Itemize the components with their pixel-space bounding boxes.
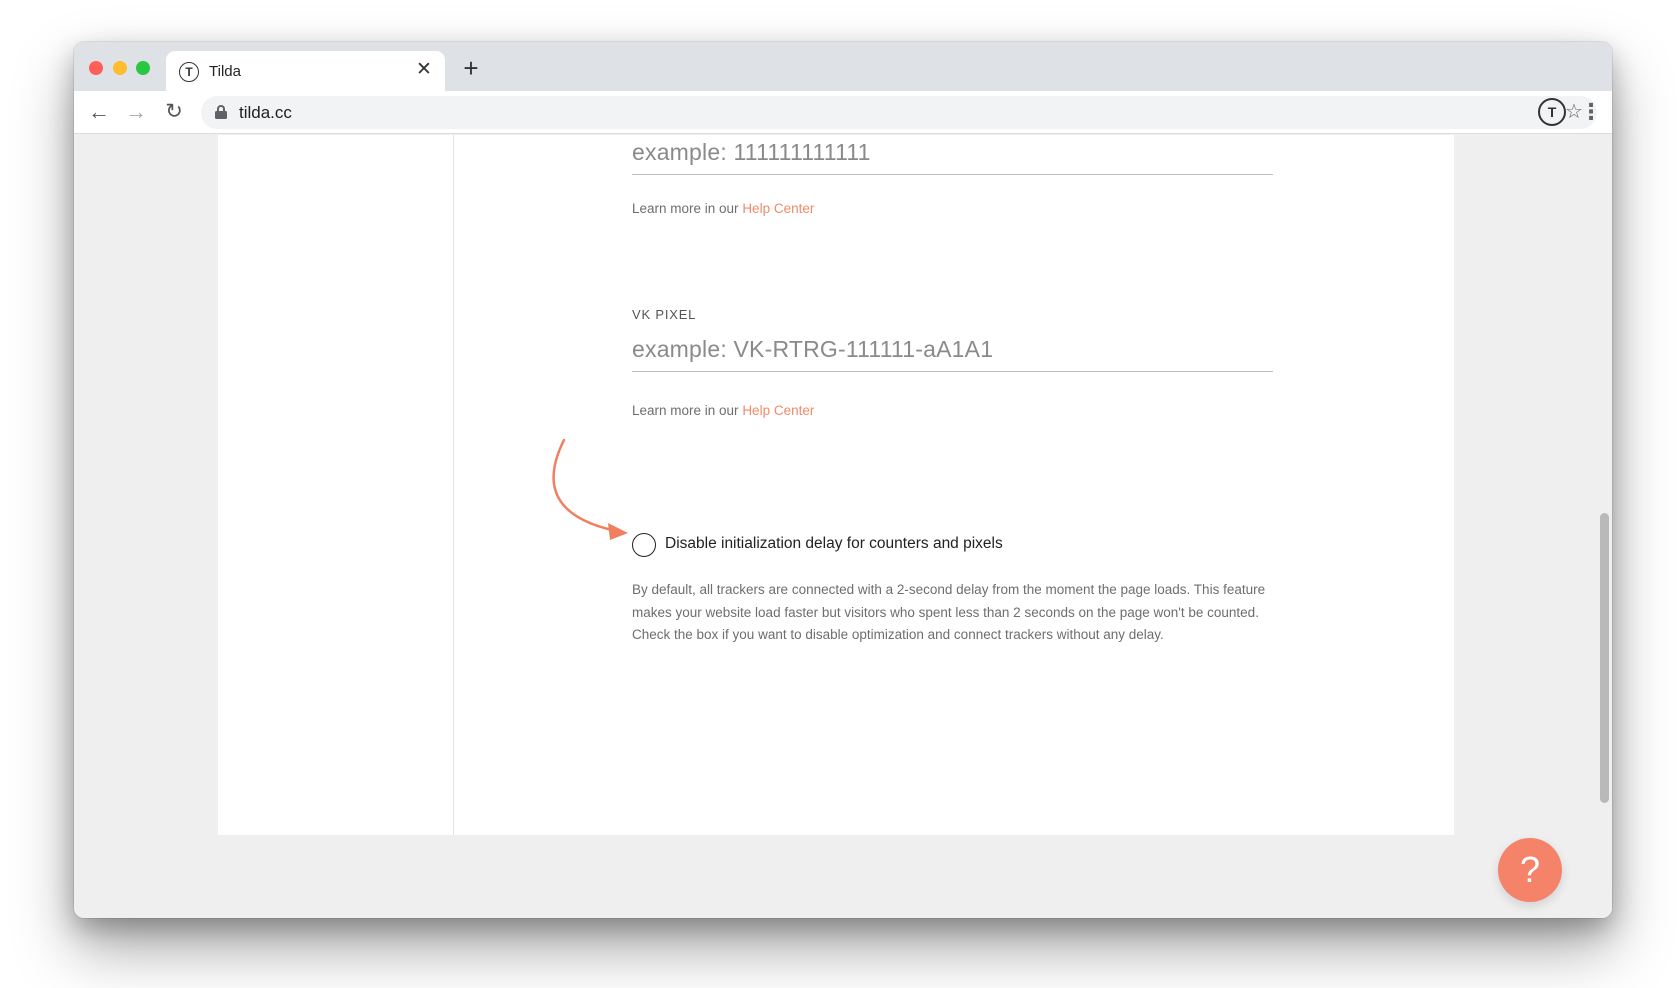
new-tab-button[interactable]: + xyxy=(458,55,484,82)
profile-avatar-icon[interactable]: T xyxy=(1538,98,1566,126)
help-question-button[interactable]: ? xyxy=(1498,838,1562,902)
curved-arrow-annotation xyxy=(552,438,628,540)
tab-strip: T Tilda ✕ + xyxy=(74,42,1612,91)
browser-tab[interactable]: T Tilda ✕ xyxy=(166,51,445,91)
scrollbar-thumb[interactable] xyxy=(1600,513,1609,803)
lock-icon[interactable] xyxy=(215,105,227,119)
disable-delay-checkbox[interactable] xyxy=(632,533,656,557)
page-scrollbar[interactable] xyxy=(1597,135,1612,918)
tilda-favicon-icon: T xyxy=(179,62,199,82)
window-maximize-button[interactable] xyxy=(136,61,150,75)
settings-card: example: 111111111111 Learn more in our … xyxy=(218,135,1454,835)
reload-icon[interactable]: ↻ xyxy=(162,100,186,124)
counter-helper-text: Learn more in our Help Center xyxy=(632,201,814,216)
vk-pixel-label: VK PIXEL xyxy=(632,307,697,322)
help-center-link[interactable]: Help Center xyxy=(742,201,814,216)
settings-sidebar xyxy=(218,135,454,835)
browser-window: T Tilda ✕ + ← → ↻ tilda.cc ☆ T ⋮ example… xyxy=(74,42,1612,918)
counter-id-input[interactable]: example: 111111111111 xyxy=(632,135,1273,175)
vk-help-center-link[interactable]: Help Center xyxy=(742,403,814,418)
vk-pixel-helper-text: Learn more in our Help Center xyxy=(632,403,814,418)
url-text[interactable]: tilda.cc xyxy=(239,103,292,123)
disable-delay-label[interactable]: Disable initialization delay for counter… xyxy=(665,535,1003,553)
browser-menu-icon[interactable]: ⋮ xyxy=(1579,99,1603,125)
browser-toolbar: ← → ↻ tilda.cc ☆ T ⋮ xyxy=(74,91,1612,134)
helper-prefix: Learn more in our xyxy=(632,403,743,418)
address-bar[interactable]: tilda.cc ☆ xyxy=(201,96,1597,129)
helper-prefix: Learn more in our xyxy=(632,201,743,216)
page-viewport: example: 111111111111 Learn more in our … xyxy=(74,135,1612,918)
window-minimize-button[interactable] xyxy=(113,61,127,75)
tab-title: Tilda xyxy=(209,63,241,80)
forward-arrow-icon[interactable]: → xyxy=(124,100,148,124)
vk-pixel-input[interactable]: example: VK-RTRG-111111-aA1A1 xyxy=(632,332,1273,372)
back-arrow-icon[interactable]: ← xyxy=(87,100,111,124)
tab-close-icon[interactable]: ✕ xyxy=(413,59,435,81)
window-close-button[interactable] xyxy=(89,61,103,75)
delay-description: By default, all trackers are connected w… xyxy=(632,582,1266,642)
